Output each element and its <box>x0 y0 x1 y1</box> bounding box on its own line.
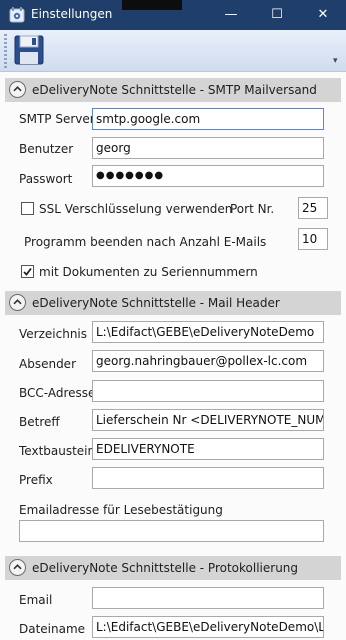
save-icon[interactable] <box>12 33 46 67</box>
bcc-label: BCC-Adresse <box>19 386 96 400</box>
user-label: Benutzer <box>19 142 74 156</box>
port-label: Port Nr. <box>230 202 275 216</box>
bcc-input[interactable] <box>92 380 324 402</box>
close-button[interactable]: ✕ <box>300 0 346 30</box>
section-header-mail[interactable]: eDeliveryNote Schnittstelle - Mail Heade… <box>5 291 341 315</box>
settings-panel: eDeliveryNote Schnittstelle - SMTP Mailv… <box>5 76 341 640</box>
password-input[interactable]: ●●●●●●● <box>92 165 324 187</box>
log-email-input[interactable] <box>92 587 324 609</box>
log-file-label: Dateiname <box>19 622 86 636</box>
smtp-server-label: SMTP Server <box>19 112 95 126</box>
collapse-chevron-icon[interactable] <box>9 294 26 311</box>
sender-input[interactable]: georg.nahringbauer@pollex-lc.com <box>92 350 324 372</box>
log-email-label: Email <box>19 593 53 607</box>
log-file-input[interactable]: L:\Edifact\GEBE\eDeliveryNoteDemo\Loggin… <box>92 616 324 638</box>
section-title: eDeliveryNote Schnittstelle - Mail Heade… <box>32 296 280 310</box>
directory-input[interactable]: L:\Edifact\GEBE\eDeliveryNoteDemo <box>92 321 324 343</box>
section-header-smtp[interactable]: eDeliveryNote Schnittstelle - SMTP Mailv… <box>5 78 341 102</box>
toolbar: ▾ <box>0 30 346 72</box>
section-title: eDeliveryNote Schnittstelle - Protokolli… <box>32 561 299 575</box>
collapse-chevron-icon[interactable] <box>9 81 26 98</box>
serial-checkbox[interactable] <box>21 265 34 278</box>
subject-input[interactable]: Lieferschein Nr <DELIVERYNOTE_NUMBER> <box>92 409 324 431</box>
section-header-logging[interactable]: eDeliveryNote Schnittstelle - Protokolli… <box>5 556 341 580</box>
ssl-checkbox[interactable] <box>21 202 34 215</box>
serial-label: mit Dokumenten zu Seriennummern <box>39 265 258 279</box>
settings-app-icon <box>9 7 25 23</box>
section-title: eDeliveryNote Schnittstelle - SMTP Mailv… <box>32 83 317 97</box>
minimize-button[interactable]: — <box>208 0 254 30</box>
window-title: Einstellungen <box>31 7 113 21</box>
subject-label: Betreff <box>19 415 60 429</box>
smtp-server-input[interactable]: smtp.google.com <box>92 108 324 130</box>
user-input[interactable]: georg <box>92 137 324 159</box>
text-block-input[interactable]: EDELIVERYNOTE <box>92 438 324 460</box>
directory-label: Verzeichnis <box>19 327 88 341</box>
title-bar-tab <box>122 0 182 10</box>
read-receipt-input[interactable] <box>19 520 324 542</box>
sender-label: Absender <box>19 357 76 371</box>
read-receipt-label: Emailadresse für Lesebestätigung <box>19 503 223 517</box>
title-bar: Einstellungen — ☐ ✕ <box>0 0 346 30</box>
prefix-label: Prefix <box>19 473 53 487</box>
port-input[interactable]: 25 <box>298 197 328 219</box>
quit-after-input[interactable]: 10 <box>298 228 328 250</box>
maximize-button[interactable]: ☐ <box>254 0 300 30</box>
quit-after-label: Programm beenden nach Anzahl E-Mails <box>24 235 267 249</box>
toolbar-grip[interactable] <box>4 34 7 68</box>
password-label: Passwort <box>19 172 73 186</box>
checkmark-icon <box>23 267 32 276</box>
text-block-label: Textbaustein <box>19 444 96 458</box>
prefix-input[interactable] <box>92 467 324 489</box>
collapse-chevron-icon[interactable] <box>9 559 26 576</box>
toolbar-overflow-icon[interactable]: ▾ <box>333 56 338 66</box>
ssl-label: SSL Verschlüsselung verwenden <box>39 202 233 216</box>
